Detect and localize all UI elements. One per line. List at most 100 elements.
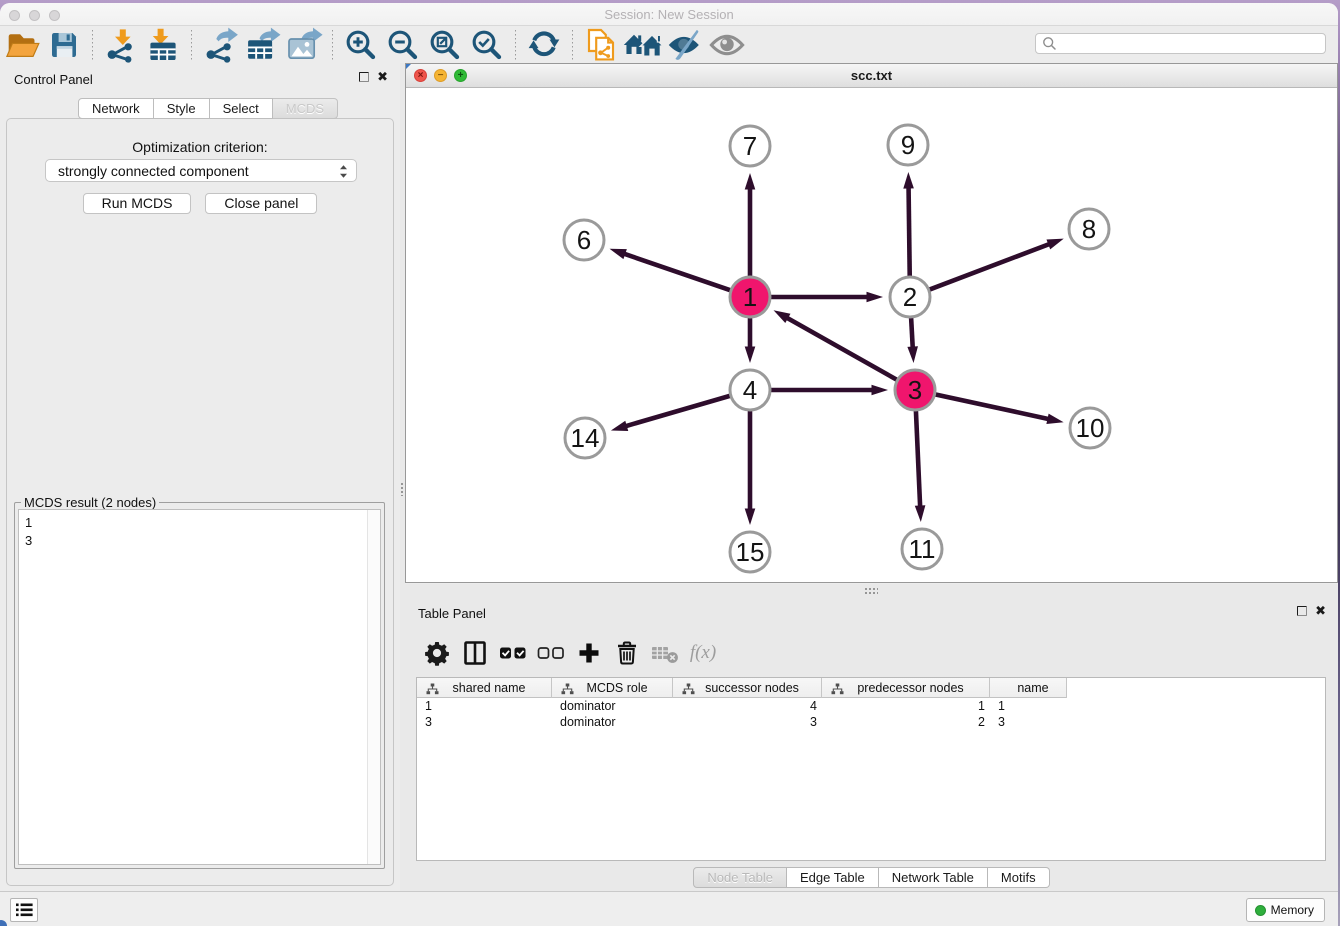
create-column-button[interactable]	[570, 636, 608, 670]
float-table-panel-icon[interactable]	[1297, 606, 1307, 616]
table-cell[interactable]: 3	[417, 714, 552, 730]
horizontal-splitter-grip[interactable]	[864, 587, 878, 594]
table-cell[interactable]: 3	[673, 714, 822, 730]
mcds-result-item[interactable]: 3	[25, 532, 380, 550]
table-tab-node-table[interactable]: Node Table	[693, 867, 787, 888]
close-panel-button[interactable]: Close panel	[205, 193, 317, 214]
export-table-icon	[247, 30, 278, 60]
mcds-result-title: MCDS result (2 nodes)	[21, 495, 159, 510]
network-window-title: scc.txt	[406, 64, 1337, 88]
table-cell[interactable]: dominator	[552, 698, 673, 714]
node-label-2: 2	[903, 282, 917, 312]
edge-arrow-3-1	[774, 310, 791, 323]
export-image-button[interactable]	[283, 28, 325, 62]
open-session-button[interactable]	[1, 28, 43, 62]
new-network-from-selection-button[interactable]	[580, 28, 622, 62]
table-row[interactable]: 3dominator323	[417, 714, 1325, 730]
table-row[interactable]: 1dominator411	[417, 698, 1325, 714]
float-panel-icon[interactable]	[359, 72, 369, 82]
tree-icon	[426, 683, 439, 698]
node-label-8: 8	[1082, 214, 1096, 244]
import-network-button[interactable]	[100, 28, 142, 62]
table-panel-title: Table Panel	[418, 606, 486, 621]
apply-layout-button[interactable]	[523, 28, 565, 62]
memory-label: Memory	[1271, 903, 1314, 917]
edge-arrow-1-4	[745, 347, 756, 364]
task-history-button[interactable]	[10, 898, 38, 922]
import-table-button[interactable]	[142, 28, 184, 62]
network-window-titlebar: × − + scc.txt	[406, 64, 1337, 88]
search-icon	[1042, 36, 1057, 51]
result-scrollbar[interactable]	[367, 510, 380, 864]
table-cell[interactable]: 1	[417, 698, 552, 714]
mcds-result-list[interactable]: 13	[18, 509, 381, 865]
zoom-in-button[interactable]	[340, 28, 382, 62]
zoom-out-button[interactable]	[382, 28, 424, 62]
show-all-button[interactable]	[706, 28, 748, 62]
network-view-window: × − + scc.txt 1234678910111415	[405, 63, 1338, 583]
plus-icon	[576, 640, 602, 666]
column-header-MCDS-role[interactable]: MCDS role	[552, 678, 673, 698]
table-cell[interactable]: 4	[673, 698, 822, 714]
edge-arrow-1-6	[610, 249, 627, 259]
delete-columns-button[interactable]	[608, 636, 646, 670]
edge-4-14[interactable]	[625, 391, 746, 426]
edge-2-8[interactable]	[914, 244, 1050, 296]
table-cell[interactable]: 2	[822, 714, 990, 730]
table-cell[interactable]: 1	[822, 698, 990, 714]
focus-corner	[406, 64, 411, 69]
zoom-selected-button[interactable]	[466, 28, 508, 62]
horizontal-splitter[interactable]	[405, 584, 1338, 597]
toolbar-separator	[572, 30, 573, 60]
table-tab-edge-table[interactable]: Edge Table	[787, 867, 879, 888]
show-columns-button[interactable]	[456, 636, 494, 670]
edge-3-10[interactable]	[919, 391, 1050, 419]
node-label-1: 1	[743, 282, 757, 312]
column-header-shared-name[interactable]: shared name	[417, 678, 552, 698]
node-label-4: 4	[743, 375, 757, 405]
close-panel-icon[interactable]: ✖	[377, 72, 388, 82]
control-tab-mcds[interactable]: MCDS	[273, 98, 338, 119]
table-panel: Table Panel ✖ f(x) shared nameMCDS roles…	[405, 597, 1338, 891]
column-header-predecessor-nodes[interactable]: predecessor nodes	[822, 678, 990, 698]
edge-arrow-1-7	[745, 173, 756, 190]
control-tab-network[interactable]: Network	[78, 98, 154, 119]
table-options-button[interactable]	[418, 636, 456, 670]
hide-selected-button[interactable]	[664, 28, 706, 62]
edge-3-1[interactable]	[786, 317, 911, 388]
control-tab-select[interactable]: Select	[210, 98, 273, 119]
toolbar-separator	[515, 30, 516, 60]
zoom-selected-icon	[472, 30, 502, 60]
save-session-button[interactable]	[43, 28, 85, 62]
column-header-successor-nodes[interactable]: successor nodes	[673, 678, 822, 698]
mcds-result-item[interactable]: 1	[25, 514, 380, 532]
titlebar: Session: New Session	[0, 3, 1338, 26]
node-label-6: 6	[577, 225, 591, 255]
edge-1-6[interactable]	[623, 253, 746, 295]
select-all-columns-button[interactable]	[494, 636, 532, 670]
export-table-button[interactable]	[241, 28, 283, 62]
unselect-all-columns-button[interactable]	[532, 636, 570, 670]
close-table-panel-icon[interactable]: ✖	[1315, 606, 1326, 616]
mcds-result-box: MCDS result (2 nodes) 13	[14, 502, 385, 869]
node-table: shared nameMCDS rolesuccessor nodesprede…	[416, 677, 1326, 861]
control-tab-style[interactable]: Style	[154, 98, 210, 119]
network-canvas[interactable]: 1234678910111415	[406, 88, 1337, 582]
optimization-criterion-select[interactable]: strongly connected component	[45, 159, 357, 182]
table-cell[interactable]: 1	[990, 698, 1067, 714]
search-input[interactable]	[1057, 35, 1325, 52]
table-tab-network-table[interactable]: Network Table	[879, 867, 988, 888]
column-header-name[interactable]: name	[990, 678, 1067, 698]
optimization-criterion-label: Optimization criterion:	[7, 139, 393, 155]
run-mcds-button[interactable]: Run MCDS	[83, 193, 192, 214]
export-network-button[interactable]	[199, 28, 241, 62]
first-neighbors-button[interactable]	[622, 28, 664, 62]
table-cell[interactable]: 3	[990, 714, 1067, 730]
memory-button[interactable]: Memory	[1246, 898, 1325, 922]
grid-x-icon	[650, 640, 680, 666]
table-cell[interactable]: dominator	[552, 714, 673, 730]
zoom-fit-button[interactable]	[424, 28, 466, 62]
node-label-14: 14	[571, 423, 600, 453]
node-label-10: 10	[1076, 413, 1105, 443]
table-tab-motifs[interactable]: Motifs	[988, 867, 1050, 888]
